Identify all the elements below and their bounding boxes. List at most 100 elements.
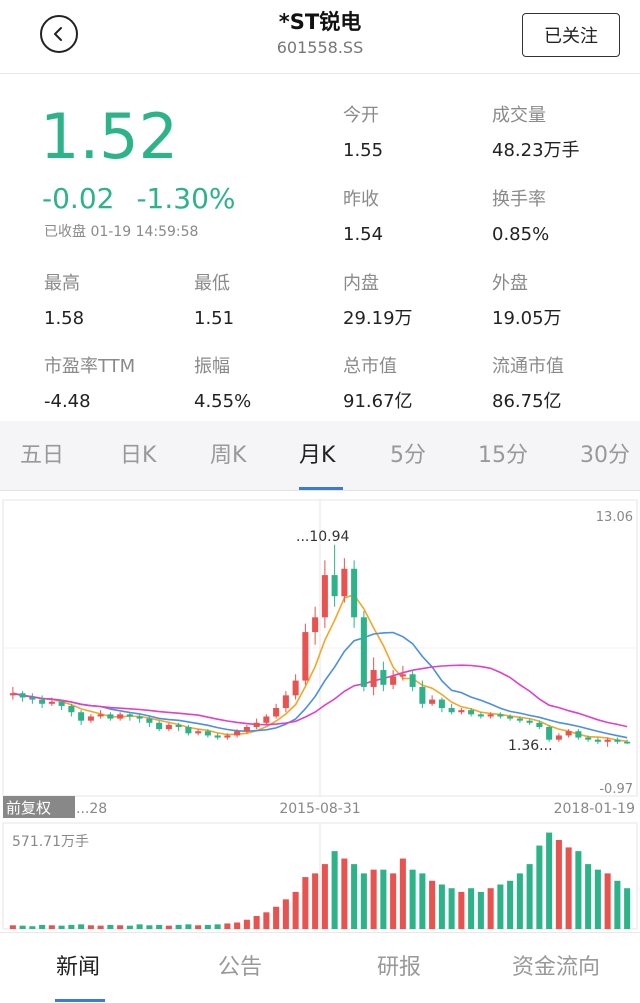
stat-high: 最高 1.58 — [44, 272, 84, 331]
tab-monthly-k[interactable]: 月K — [299, 441, 335, 471]
volume-bar — [302, 877, 309, 929]
stat-value: 0.85% — [492, 224, 550, 245]
candle-body — [419, 686, 426, 704]
volume-bar — [185, 924, 192, 929]
follow-button[interactable]: 已关注 — [522, 13, 620, 57]
high-label: ...10.94 — [296, 529, 350, 545]
volume-bar — [97, 925, 104, 929]
volume-bar — [165, 925, 172, 929]
tab-15min[interactable]: 15分 — [478, 441, 528, 471]
volume-bar — [263, 912, 270, 929]
price-change: -0.02 — [42, 182, 115, 215]
candle-body — [204, 731, 211, 736]
tab-30min[interactable]: 30分 — [580, 441, 630, 471]
candle-body — [136, 716, 143, 719]
candle-body — [390, 676, 397, 685]
volume-bar — [409, 869, 416, 929]
stat-prev-close: 昨收 1.54 — [343, 188, 383, 247]
volume-bar — [312, 873, 319, 929]
chart-period-tabs: 五日 日K 周K 月K 5分 15分 30分 — [0, 421, 640, 491]
volume-bar — [136, 924, 143, 929]
volume-bar — [126, 925, 133, 929]
volume-bar — [360, 873, 367, 929]
stat-market-cap: 总市值 91.67亿 — [343, 355, 413, 414]
volume-bar — [546, 832, 553, 929]
volume-bar — [243, 919, 250, 929]
candle-body — [58, 701, 65, 706]
volume-bar — [526, 864, 533, 929]
candle-body — [195, 731, 202, 734]
volume-bar — [458, 891, 465, 929]
top-bar: *ST锐电 601558.SS 已关注 — [0, 0, 640, 74]
tab-news[interactable]: 新闻 — [56, 953, 100, 983]
candle-body — [331, 575, 338, 597]
y-min-label: -0.97 — [599, 782, 633, 797]
volume-bar — [565, 847, 572, 929]
stock-title-block: *ST锐电 601558.SS — [170, 8, 470, 60]
back-button[interactable] — [40, 15, 78, 53]
stat-label: 成交量 — [492, 105, 546, 126]
stat-label: 今开 — [343, 105, 379, 126]
volume-bar — [399, 858, 406, 929]
candle-body — [585, 737, 592, 740]
stat-value: 1.51 — [194, 308, 235, 329]
x-left-label: ...28 — [76, 801, 107, 817]
tab-five-day[interactable]: 五日 — [20, 441, 64, 471]
stock-name: *ST锐电 — [278, 10, 362, 34]
tab-announcements[interactable]: 公告 — [218, 953, 262, 983]
candle-body — [253, 722, 260, 728]
stat-label: 市盈率TTM — [44, 356, 136, 377]
stat-open: 今开 1.55 — [343, 104, 383, 163]
tab-research[interactable]: 研报 — [377, 953, 421, 983]
volume-bar — [175, 924, 182, 929]
stat-low: 最低 1.51 — [194, 272, 234, 331]
tab-fund-flow[interactable]: 资金流向 — [512, 953, 600, 983]
candle-body — [234, 731, 241, 736]
candle-body — [243, 727, 250, 732]
volume-bar — [146, 925, 153, 929]
candle-body — [87, 716, 94, 721]
stat-value: 86.75亿 — [492, 391, 562, 412]
candle-body — [614, 739, 621, 742]
volume-bar — [29, 926, 36, 929]
kline-chart[interactable]: 13.06 -0.97 ...10.94 1.36... 前复权 ...28 2… — [0, 491, 640, 931]
adjust-badge[interactable]: 前复权 — [6, 799, 51, 817]
tab-daily-k[interactable]: 日K — [120, 441, 156, 471]
candle-body — [282, 695, 289, 709]
current-price: 1.52 — [40, 100, 179, 173]
volume-bar — [438, 884, 445, 929]
bottom-info-tabs: 新闻 公告 研报 资金流向 — [0, 932, 640, 1003]
volume-bar — [614, 880, 621, 929]
volume-bar — [370, 869, 377, 929]
volume-bar — [487, 888, 494, 929]
y-max-label: 13.06 — [596, 510, 633, 525]
candle-body — [146, 718, 153, 723]
volume-bar — [594, 869, 601, 929]
status-time: 01-19 14:59:58 — [90, 224, 199, 240]
active-tab-indicator — [299, 487, 343, 490]
volume-bar — [9, 925, 16, 929]
stat-label: 流通市值 — [492, 356, 564, 377]
volume-bar — [78, 924, 85, 929]
volume-bar — [321, 864, 328, 929]
candle-body — [380, 670, 387, 685]
stat-label: 昨收 — [343, 189, 379, 210]
volume-bar — [58, 925, 65, 929]
volume-bar — [48, 925, 55, 929]
candle-body — [507, 716, 514, 719]
candle-body — [156, 722, 163, 730]
volume-bar — [107, 924, 114, 929]
volume-bar — [351, 864, 358, 929]
candle-body — [399, 674, 406, 677]
stat-value: 4.55% — [194, 391, 252, 412]
stat-inner-volume: 内盘 29.19万 — [343, 272, 413, 331]
candle-body — [273, 708, 280, 717]
volume-bar — [624, 888, 631, 929]
tab-5min[interactable]: 5分 — [390, 441, 426, 471]
stat-value: 19.05万 — [492, 308, 562, 329]
candle-body — [224, 735, 231, 738]
stat-value: -4.48 — [44, 391, 91, 412]
candle-body — [78, 712, 85, 721]
volume-bar — [87, 925, 94, 929]
tab-weekly-k[interactable]: 周K — [210, 441, 246, 471]
